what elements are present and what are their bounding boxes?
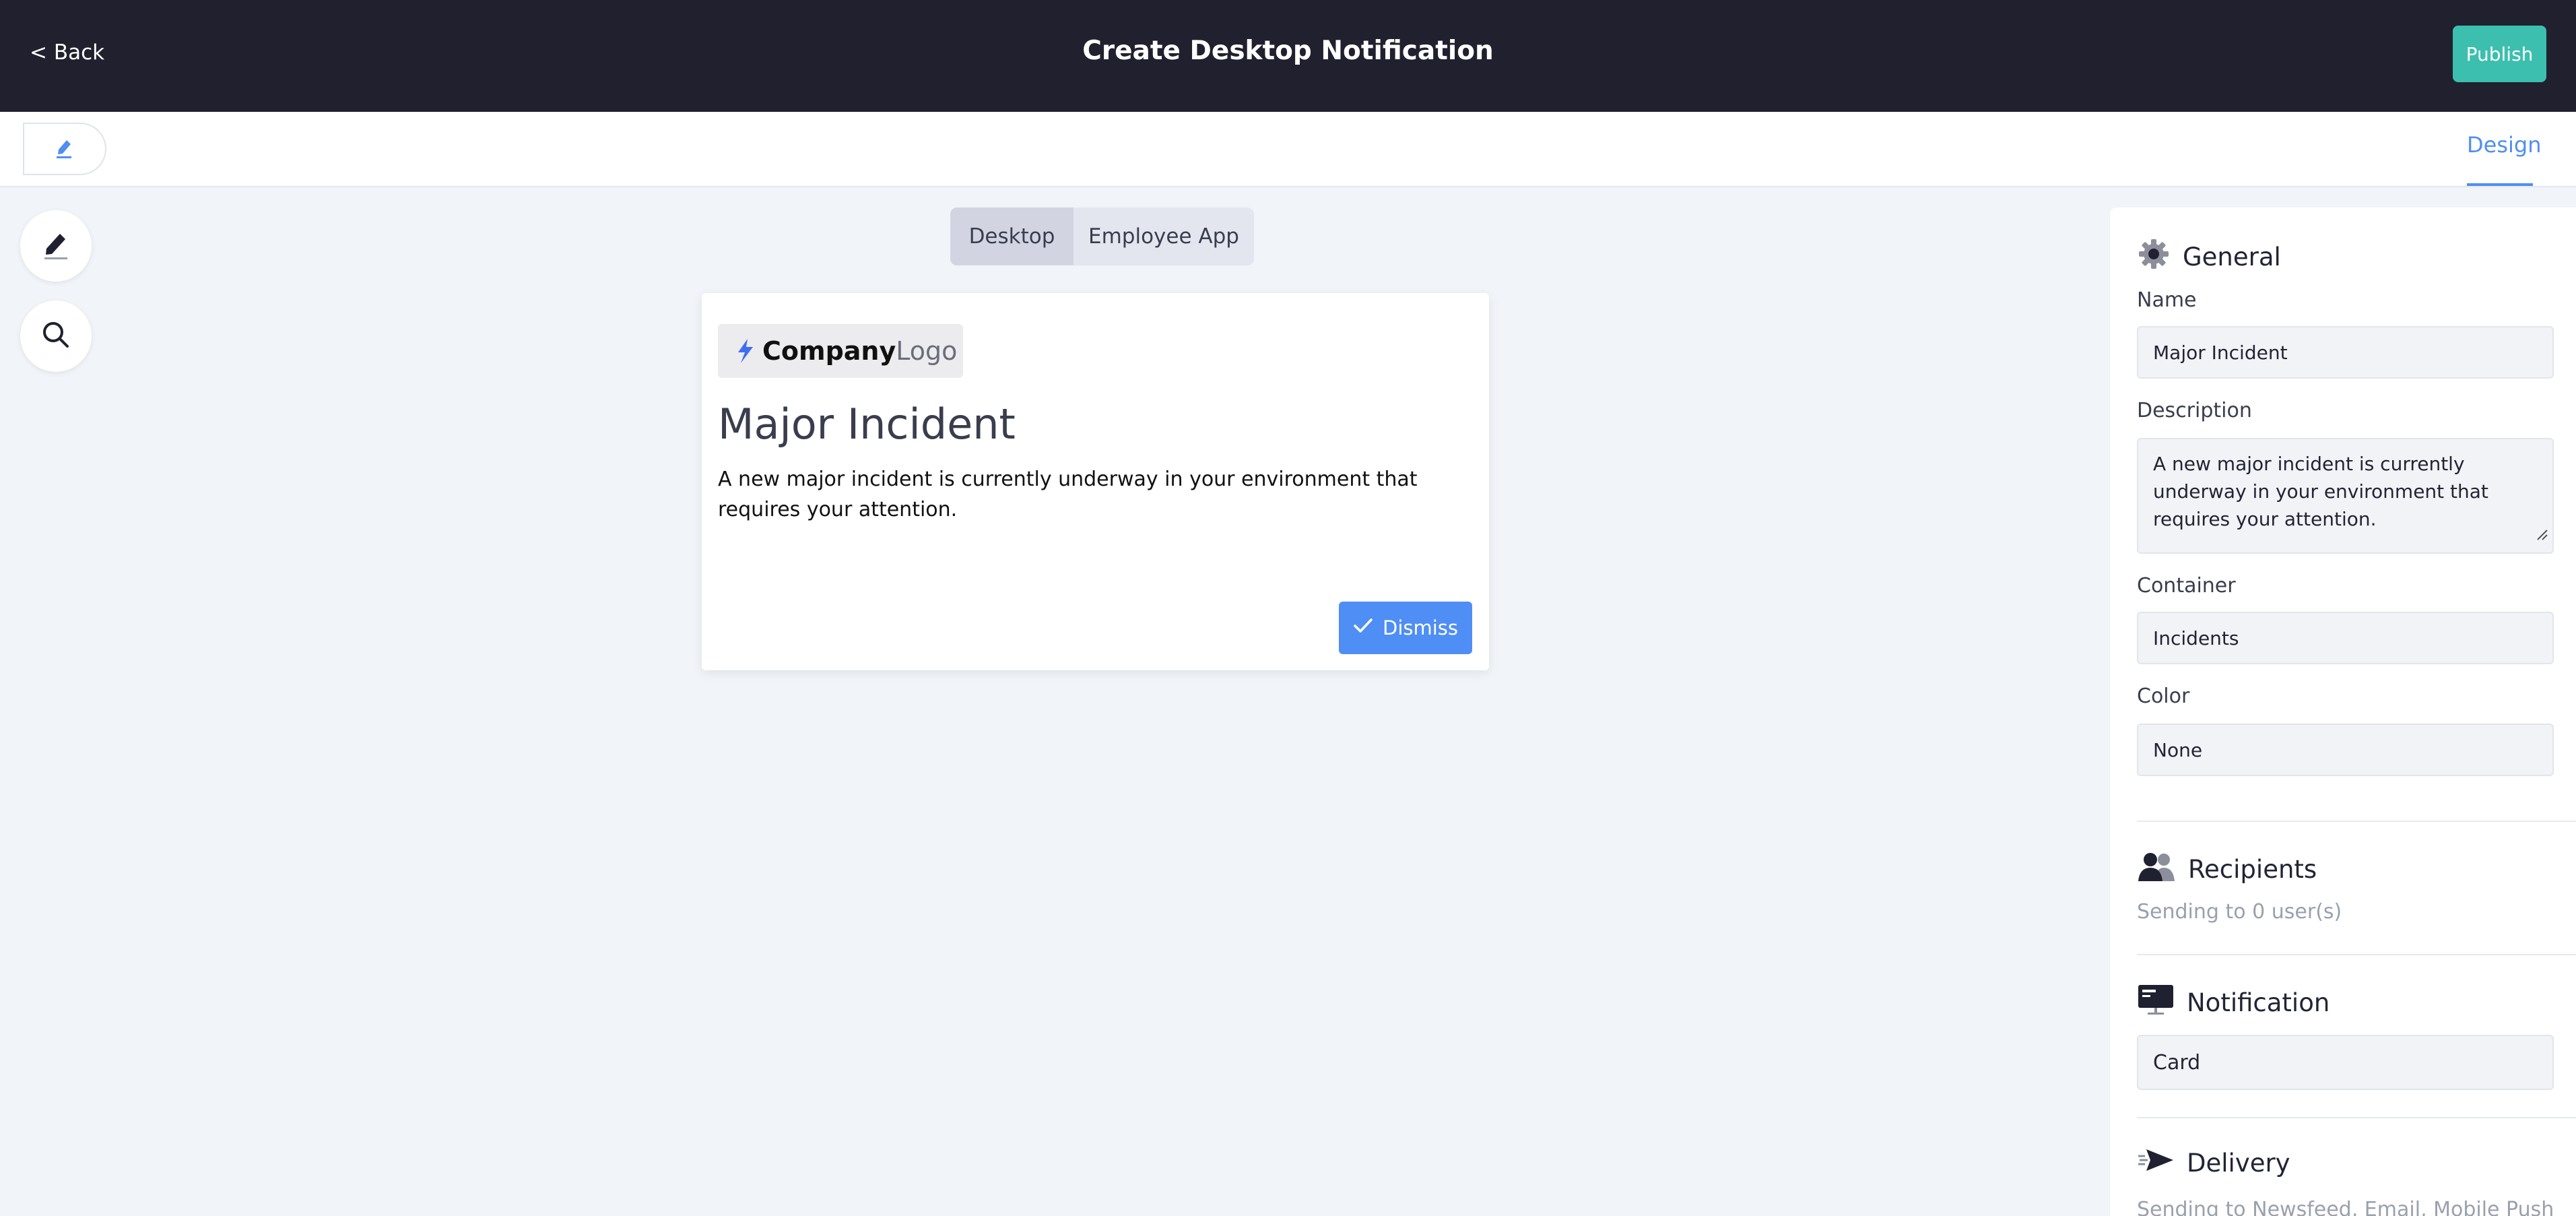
edit-mode-button[interactable] xyxy=(23,123,106,175)
recipients-summary: Sending to 0 user(s) xyxy=(2137,900,2342,924)
monitor-icon xyxy=(2137,984,2175,1022)
rail-edit-button[interactable] xyxy=(20,210,92,282)
divider xyxy=(2137,954,2576,955)
name-label: Name xyxy=(2137,288,2197,312)
properties-panel: General Name Major Incident Description … xyxy=(2110,207,2576,1216)
view-toggle: Desktop Employee App xyxy=(950,207,1254,265)
name-field[interactable]: Major Incident xyxy=(2137,326,2554,379)
search-icon xyxy=(40,319,71,353)
logo-text-company: Company xyxy=(762,336,896,366)
send-icon xyxy=(2137,1145,2175,1181)
lightning-icon xyxy=(735,338,756,364)
color-label: Color xyxy=(2137,684,2190,708)
container-field[interactable]: Incidents xyxy=(2137,612,2554,664)
tab-design-underline xyxy=(2467,183,2533,186)
container-label: Container xyxy=(2137,574,2236,598)
section-general: General xyxy=(2137,237,2281,277)
logo-text-suffix: Logo xyxy=(896,336,958,366)
description-field[interactable]: A new major incident is currently underw… xyxy=(2137,438,2554,554)
checkmark-icon xyxy=(1353,616,1373,639)
section-delivery: Delivery xyxy=(2137,1145,2290,1181)
tab-design[interactable]: Design xyxy=(2467,132,2541,158)
publish-button[interactable]: Publish xyxy=(2453,26,2546,82)
dismiss-button[interactable]: Dismiss xyxy=(1339,602,1472,654)
section-recipients-title: Recipients xyxy=(2188,855,2317,884)
delivery-summary: Sending to Newsfeed, Email, Mobile Push xyxy=(2137,1198,2554,1216)
preview-body: A new major incident is currently underw… xyxy=(718,468,1418,521)
section-notification-title: Notification xyxy=(2187,988,2330,1017)
top-bar: < Back Create Desktop Notification Publi… xyxy=(0,0,2576,112)
description-label: Description xyxy=(2137,399,2252,422)
divider xyxy=(2137,821,2576,822)
toggle-desktop[interactable]: Desktop xyxy=(950,207,1074,265)
sub-toolbar: Design xyxy=(0,112,2576,187)
rail-search-button[interactable] xyxy=(20,300,92,372)
toggle-employee-app[interactable]: Employee App xyxy=(1074,207,1254,265)
color-field[interactable]: None xyxy=(2137,724,2554,776)
page-title: Create Desktop Notification xyxy=(1082,36,1494,66)
description-text: A new major incident is currently underw… xyxy=(2153,453,2488,530)
gear-icon xyxy=(2137,237,2171,277)
section-notification: Notification xyxy=(2137,984,2330,1022)
preview-title: Major Incident xyxy=(718,399,1016,449)
resize-handle-icon[interactable] xyxy=(2534,521,2548,548)
notification-type-field[interactable]: Card xyxy=(2137,1035,2554,1090)
section-recipients: Recipients xyxy=(2137,850,2317,889)
section-general-title: General xyxy=(2183,243,2281,271)
dismiss-label: Dismiss xyxy=(1382,616,1459,639)
pencil-icon xyxy=(55,136,75,162)
section-delivery-title: Delivery xyxy=(2187,1149,2290,1178)
divider xyxy=(2137,1117,2576,1118)
edit-icon xyxy=(41,228,71,263)
company-logo: Company Logo xyxy=(718,324,963,378)
notification-preview-card: Company Logo Major Incident A new major i… xyxy=(702,293,1489,670)
users-icon xyxy=(2137,850,2176,889)
